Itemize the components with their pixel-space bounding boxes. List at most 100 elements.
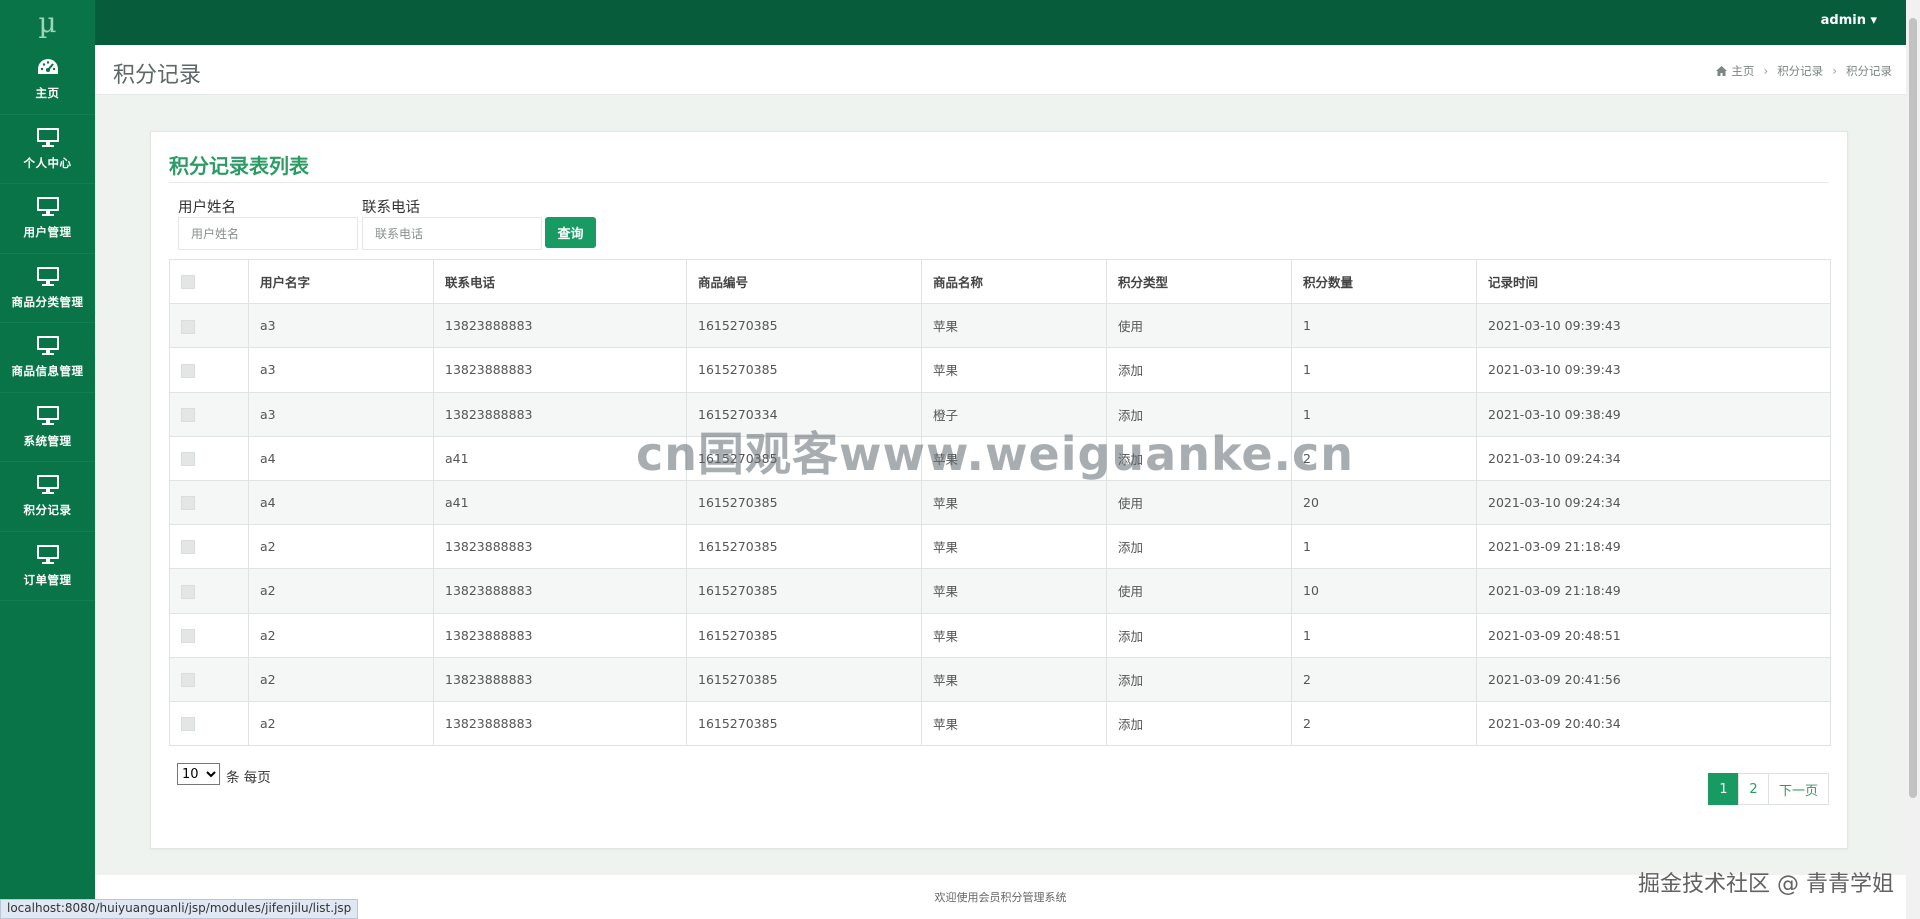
breadcrumb: 主页 › 积分记录 › 积分记录 (1716, 63, 1892, 79)
table-cell: 2 (1291, 656, 1477, 702)
row-checkbox[interactable] (181, 363, 195, 378)
table-cell: 13823888883 (433, 391, 687, 437)
row-select-cell (169, 568, 249, 614)
table-cell: 13823888883 (433, 568, 687, 614)
row-select-cell (169, 612, 249, 658)
table-cell: 使用 (1106, 303, 1292, 349)
username-search-input[interactable] (178, 217, 358, 250)
column-header[interactable]: 商品编号 (686, 258, 922, 305)
table-header-row: 用户名字 联系电话 商品编号 商品名称 积分类型 积分数量 记录时间 (169, 258, 1831, 305)
table-row[interactable]: a4 a41 1615270385 苹果 使用 20 2021-03-10 09:24:34 (169, 479, 1831, 526)
table-cell: 2021-03-10 09:24:34 (1476, 435, 1831, 481)
row-select-cell (169, 656, 249, 702)
table-cell: 添加 (1106, 391, 1292, 437)
row-select-cell (169, 524, 249, 570)
table-row[interactable]: a2 13823888883 1615270385 苹果 添加 1 2021-03-09 2… (169, 612, 1831, 658)
row-checkbox[interactable] (181, 717, 195, 732)
sidebar-item[interactable]: 个人中心 (0, 115, 95, 184)
table-row[interactable]: a3 13823888883 1615270385 苹果 添加 1 2021-03-10 0… (169, 347, 1831, 393)
table-cell: 20 (1291, 479, 1477, 526)
table-cell: a2 (248, 612, 434, 658)
page-size-select[interactable]: 10 (177, 763, 220, 785)
table-cell: 使用 (1106, 568, 1292, 614)
table-row[interactable]: a2 13823888883 1615270385 苹果 使用 10 2021-03-09 … (169, 568, 1831, 614)
table-cell: 10 (1291, 568, 1477, 614)
table-cell: 添加 (1106, 656, 1292, 702)
sidebar: µ 主页 个人中心 用户管理商品分类管理 商品信息管理 系统管理积分记录 订单管理 (0, 0, 95, 919)
table-cell: 苹果 (921, 524, 1107, 570)
column-header[interactable]: 商品名称 (921, 258, 1107, 305)
table-row[interactable]: a4 a41 1615270385 苹果 添加 2 2021-03-10 09:24:34 (169, 435, 1831, 481)
table-row[interactable]: a2 13823888883 1615270385 苹果 添加 1 2021-03-09 2… (169, 524, 1831, 570)
query-button[interactable]: 查询 (545, 217, 596, 248)
monitor-icon (36, 544, 60, 566)
pagination: 1 2 下一页 (1707, 773, 1829, 805)
table-cell: 苹果 (921, 303, 1107, 349)
monitor-icon (36, 266, 60, 288)
sidebar-item[interactable]: 商品信息管理 (0, 323, 95, 393)
table-cell: 苹果 (921, 612, 1107, 658)
sidebar-item[interactable]: 系统管理 (0, 393, 95, 462)
page-scrollbar[interactable] (1906, 0, 1920, 919)
app-logo[interactable]: µ (0, 0, 95, 45)
table-row[interactable]: a3 13823888883 1615270385 苹果 使用 1 2021-03-10 0… (169, 303, 1831, 349)
breadcrumb-separator: › (1763, 64, 1769, 78)
sidebar-item[interactable]: 积分记录 (0, 462, 95, 532)
sidebar-item-label: 商品分类管理 (11, 294, 84, 309)
page-button-2[interactable]: 2 (1737, 773, 1769, 805)
column-header[interactable]: 用户名字 (248, 258, 434, 305)
select-all-checkbox[interactable] (181, 275, 195, 290)
sidebar-nav: 主页 个人中心 用户管理商品分类管理 商品信息管理 系统管理积分记录 订单管理 (0, 45, 95, 601)
column-header[interactable]: 记录时间 (1476, 258, 1831, 305)
page-button-1[interactable]: 1 (1707, 773, 1739, 805)
table-cell: 13823888883 (433, 303, 687, 349)
table-cell: 苹果 (921, 347, 1107, 393)
table-cell: 2 (1291, 435, 1477, 481)
table-cell: 1615270385 (686, 656, 922, 702)
table-cell: 1 (1291, 303, 1477, 349)
table-row[interactable]: a2 13823888883 1615270385 苹果 添加 2 2021-03-09 2… (169, 656, 1831, 702)
table-cell: 添加 (1106, 524, 1292, 570)
column-header[interactable]: 积分数量 (1291, 258, 1477, 305)
monitor-icon (36, 405, 60, 427)
table-row[interactable]: a2 13823888883 1615270385 苹果 添加 2 2021-03-09 2… (169, 700, 1831, 747)
row-checkbox[interactable] (181, 673, 195, 688)
row-checkbox[interactable] (181, 628, 195, 643)
table-cell: a2 (248, 700, 434, 747)
sidebar-item[interactable]: 商品分类管理 (0, 254, 95, 323)
table-cell: 1615270385 (686, 435, 922, 481)
phone-search-input[interactable] (362, 217, 542, 250)
dashboard-icon (36, 57, 60, 79)
row-checkbox[interactable] (181, 496, 195, 511)
scrollbar-thumb[interactable] (1909, 18, 1917, 798)
table-cell: 1615270385 (686, 303, 922, 349)
breadcrumb-item[interactable]: 积分记录 (1777, 63, 1823, 79)
monitor-icon (36, 335, 60, 357)
sidebar-item[interactable]: 主页 (0, 45, 95, 115)
row-checkbox[interactable] (181, 540, 195, 555)
sidebar-item-label: 系统管理 (23, 433, 72, 448)
breadcrumb-label: 主页 (1731, 64, 1755, 78)
sidebar-item-label: 商品信息管理 (11, 364, 84, 379)
table-cell: 橙子 (921, 391, 1107, 437)
breadcrumb-item-current: 积分记录 (1846, 64, 1892, 78)
column-header[interactable]: 联系电话 (433, 258, 687, 305)
table-body: a3 13823888883 1615270385 苹果 使用 1 2021-03-10 0… (169, 303, 1831, 747)
row-checkbox[interactable] (181, 407, 195, 422)
list-panel: 积分记录表列表 用户姓名 联系电话 查询 用户名字 联系电话 商品编号 商品名称… (150, 131, 1848, 849)
sidebar-item[interactable]: 用户管理 (0, 184, 95, 254)
next-page-button[interactable]: 下一页 (1767, 773, 1829, 805)
table-cell: 使用 (1106, 479, 1292, 526)
table-cell: 添加 (1106, 435, 1292, 481)
row-checkbox[interactable] (181, 452, 195, 467)
row-checkbox[interactable] (181, 584, 195, 599)
home-icon (1716, 66, 1728, 76)
table-cell: 1615270385 (686, 347, 922, 393)
sidebar-item[interactable]: 订单管理 (0, 532, 95, 601)
breadcrumb-item-home[interactable]: 主页 (1716, 63, 1754, 79)
user-menu-dropdown[interactable]: admin ▾ (1821, 13, 1877, 28)
table-cell: 苹果 (921, 435, 1107, 481)
table-row[interactable]: a3 13823888883 1615270334 橙子 添加 1 2021-03-10 0… (169, 391, 1831, 437)
column-header[interactable]: 积分类型 (1106, 258, 1292, 305)
row-checkbox[interactable] (181, 319, 195, 334)
